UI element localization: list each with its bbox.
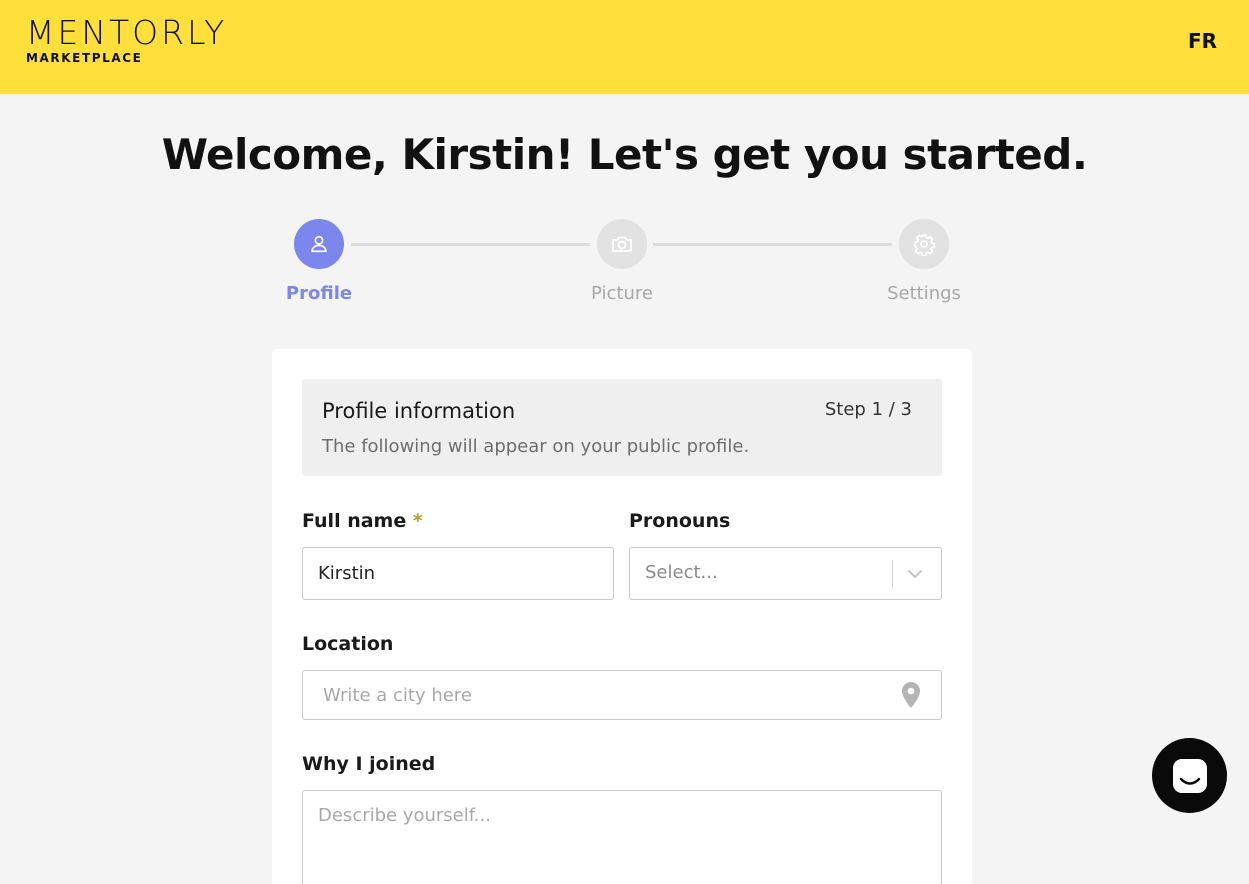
- top-bar: MENTORLY MARKETPLACE FR: [0, 0, 1249, 94]
- location-label: Location: [302, 633, 394, 655]
- full-name-input[interactable]: [302, 547, 614, 600]
- chat-widget-button[interactable]: [1152, 738, 1227, 813]
- why-joined-label: Why I joined: [302, 753, 436, 775]
- step-label-picture: Picture: [591, 283, 653, 304]
- chat-icon: [1172, 758, 1207, 793]
- step-profile[interactable]: [294, 219, 344, 269]
- step-label-settings: Settings: [887, 283, 961, 304]
- language-toggle[interactable]: FR: [1188, 29, 1217, 53]
- logo-subtitle: MARKETPLACE: [26, 51, 143, 65]
- user-icon: [311, 235, 327, 253]
- camera-icon: [612, 236, 632, 252]
- gear-icon: [914, 234, 936, 256]
- pronouns-placeholder: Select...: [645, 562, 718, 583]
- section-description: The following will appear on your public…: [322, 436, 750, 457]
- map-pin-icon: [902, 682, 920, 708]
- logo[interactable]: MENTORLY MARKETPLACE: [26, 13, 228, 66]
- step-label-profile: Profile: [285, 283, 353, 304]
- chevron-down-icon[interactable]: [905, 564, 925, 584]
- section-title: Profile information: [322, 399, 516, 423]
- why-joined-textarea[interactable]: [302, 790, 942, 884]
- pronouns-label: Pronouns: [629, 510, 731, 532]
- step-picture[interactable]: [597, 219, 647, 269]
- step-indicator: Step 1 / 3: [824, 399, 912, 420]
- logo-wordmark: MENTORLY: [26, 13, 228, 52]
- stepper-connector: [653, 243, 892, 246]
- section-header: Profile information Step 1 / 3 The follo…: [302, 379, 942, 476]
- full-name-label: Full name *: [302, 510, 423, 532]
- select-separator: [892, 560, 893, 588]
- profile-form-card: Profile information Step 1 / 3 The follo…: [272, 349, 972, 884]
- pronouns-select[interactable]: Select...: [629, 547, 942, 600]
- page-title: Welcome, Kirstin! Let's get you started.: [161, 130, 1088, 179]
- step-settings[interactable]: [899, 219, 949, 269]
- location-field: [302, 670, 942, 720]
- full-name-label-text: Full name: [302, 510, 407, 532]
- required-marker: *: [412, 510, 423, 532]
- stepper-connector: [351, 243, 590, 246]
- location-input[interactable]: [302, 670, 942, 720]
